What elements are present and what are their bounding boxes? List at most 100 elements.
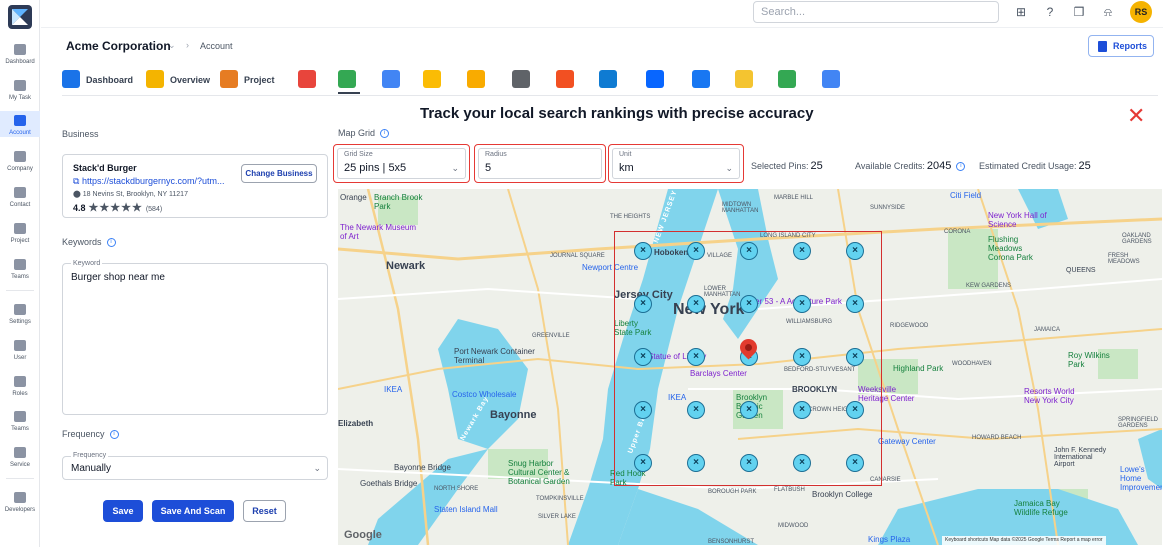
map-label: Lowe's Home Improvement xyxy=(1120,465,1162,492)
grid-pin[interactable]: × xyxy=(687,348,705,366)
tab-microsoft[interactable] xyxy=(556,70,578,94)
grid-pin[interactable]: × xyxy=(793,454,811,472)
gift-icon[interactable]: ❒ xyxy=(1071,4,1087,20)
grid-pin[interactable]: × xyxy=(846,242,864,260)
grid-pin[interactable]: × xyxy=(687,454,705,472)
business-url-link[interactable]: ⧉ https://stackdburgernyc.com/?utm... xyxy=(73,176,225,187)
sidebar-item-developers[interactable]: Developers xyxy=(0,488,40,514)
unit-select[interactable]: Unit km ⌄ xyxy=(608,144,744,183)
frequency-select[interactable]: Frequency Manually ⌄ xyxy=(62,452,328,480)
sidebar-item-settings[interactable]: Settings xyxy=(0,300,40,326)
chevron-down-icon[interactable]: ⌄ xyxy=(168,40,176,51)
sitemap-tab-icon xyxy=(778,70,796,88)
radius-input[interactable]: Radius 5 xyxy=(474,144,606,183)
tab-project[interactable]: Project xyxy=(220,70,282,94)
add-square-icon[interactable]: ⊞ xyxy=(1013,4,1029,20)
map-label: WOODHAVEN xyxy=(952,361,992,367)
sidebar-item-teams[interactable]: Teams xyxy=(0,407,40,433)
grid-pin[interactable]: × xyxy=(846,454,864,472)
facebook-tab-icon xyxy=(692,70,710,88)
tab-map-pin[interactable] xyxy=(338,70,360,94)
sidebar-item-user[interactable]: User xyxy=(0,336,40,362)
grid-pin[interactable]: × xyxy=(634,454,652,472)
tab-sitemap[interactable] xyxy=(778,70,800,94)
save-button[interactable]: Save xyxy=(103,500,143,522)
breadcrumb-separator-icon: › xyxy=(186,40,189,50)
grid-pin[interactable]: × xyxy=(793,401,811,419)
grid-size-value: 25 pins | 5x5 xyxy=(344,162,407,174)
grid-pin[interactable]: × xyxy=(793,295,811,313)
map-label: CORONA xyxy=(944,229,971,235)
map-view[interactable]: Orange Branch Brook Park The Newark Muse… xyxy=(338,189,1162,545)
map-attribution[interactable]: Keyboard shortcuts Map data ©2025 Google… xyxy=(942,536,1106,545)
map-label: MIDTOWN MANHATTAN xyxy=(722,202,759,214)
grid-pin[interactable]: × xyxy=(740,454,758,472)
grid-pin[interactable]: × xyxy=(687,401,705,419)
grid-pin[interactable]: × xyxy=(634,348,652,366)
tab-dashboard[interactable]: Dashboard xyxy=(62,70,133,94)
info-icon[interactable]: i xyxy=(109,430,119,440)
sidebar-item-roles[interactable]: Roles xyxy=(0,372,40,398)
map-label: Jamaica Bay Wildlife Refuge xyxy=(1014,499,1068,517)
info-icon[interactable]: i xyxy=(956,162,966,172)
user-avatar[interactable]: RS xyxy=(1130,1,1152,23)
save-and-scan-button[interactable]: Save And Scan xyxy=(152,500,234,522)
close-icon[interactable]: ✕ xyxy=(1127,105,1145,127)
grid-pin[interactable]: × xyxy=(740,295,758,313)
map-label: BENSONHURST xyxy=(708,539,755,545)
grid-pin[interactable]: × xyxy=(634,242,652,260)
tab-overview[interactable]: Overview xyxy=(146,70,212,94)
account-icon xyxy=(14,115,26,126)
reports-button[interactable]: Reports xyxy=(1088,35,1154,57)
sidebar-item-project[interactable]: Project xyxy=(0,219,40,245)
app-logo[interactable] xyxy=(8,5,32,29)
change-business-button[interactable]: Change Business xyxy=(241,164,317,183)
tab-bing[interactable] xyxy=(599,70,621,94)
sidebar-item-account[interactable]: Account xyxy=(0,111,40,137)
sidebar-item-company[interactable]: Company xyxy=(0,147,40,173)
tool-tabs: Dashboard Overview Project xyxy=(62,70,1158,96)
tab-google-ads[interactable] xyxy=(423,70,445,94)
tab-analytics[interactable] xyxy=(467,70,489,94)
folder-tab-icon xyxy=(735,70,753,88)
map-label: NORTH SHORE xyxy=(434,486,479,492)
grid-pin[interactable]: × xyxy=(634,295,652,313)
grid-pin[interactable]: × xyxy=(846,401,864,419)
tab-facebook[interactable] xyxy=(692,70,714,94)
tab-google-business[interactable] xyxy=(382,70,404,94)
bell-icon[interactable]: ⍾ xyxy=(1100,4,1116,20)
reset-button[interactable]: Reset xyxy=(243,500,286,522)
breadcrumb-company[interactable]: Acme Corporation xyxy=(66,39,171,53)
info-icon[interactable]: i xyxy=(380,129,390,139)
grid-pin[interactable]: × xyxy=(793,242,811,260)
sidebar-item-contact[interactable]: Contact xyxy=(0,183,40,209)
info-icon[interactable]: i xyxy=(106,238,116,248)
sidebar-item-dashboard[interactable]: Dashboard xyxy=(0,40,40,66)
grid-pin[interactable]: × xyxy=(846,348,864,366)
grid-pin[interactable]: × xyxy=(740,401,758,419)
tab-rank-chart[interactable] xyxy=(298,70,320,94)
grid-size-select[interactable]: Grid Size 25 pins | 5x5 ⌄ xyxy=(333,144,470,183)
grid-pin[interactable]: × xyxy=(687,295,705,313)
tab-looker[interactable] xyxy=(822,70,844,94)
keyword-textarea[interactable]: Keyword Burger shop near me xyxy=(62,260,328,415)
grid-pin[interactable]: × xyxy=(846,295,864,313)
sidebar-item-label: Developers xyxy=(4,507,36,513)
search-input[interactable]: Search... xyxy=(753,1,999,23)
grid-pin[interactable]: × xyxy=(793,348,811,366)
map-label: Highland Park xyxy=(893,364,944,373)
grid-pin[interactable]: × xyxy=(634,401,652,419)
sidebar-item-service[interactable]: Service xyxy=(0,443,40,469)
sidebar-item-teams[interactable]: Teams xyxy=(0,255,40,281)
tab-toolbox[interactable] xyxy=(512,70,534,94)
company-icon xyxy=(14,151,26,162)
tab-label: Project xyxy=(244,75,275,85)
grid-pin[interactable]: × xyxy=(687,242,705,260)
grid-pin[interactable]: × xyxy=(740,242,758,260)
chevron-down-icon: ⌄ xyxy=(725,163,733,173)
tab-folder[interactable] xyxy=(735,70,757,94)
sidebar-item-my-task[interactable]: My Task xyxy=(0,76,40,102)
map-label: Elizabeth xyxy=(338,419,374,428)
help-icon[interactable]: ? xyxy=(1042,4,1058,20)
tab-meta-ads[interactable] xyxy=(646,70,668,94)
